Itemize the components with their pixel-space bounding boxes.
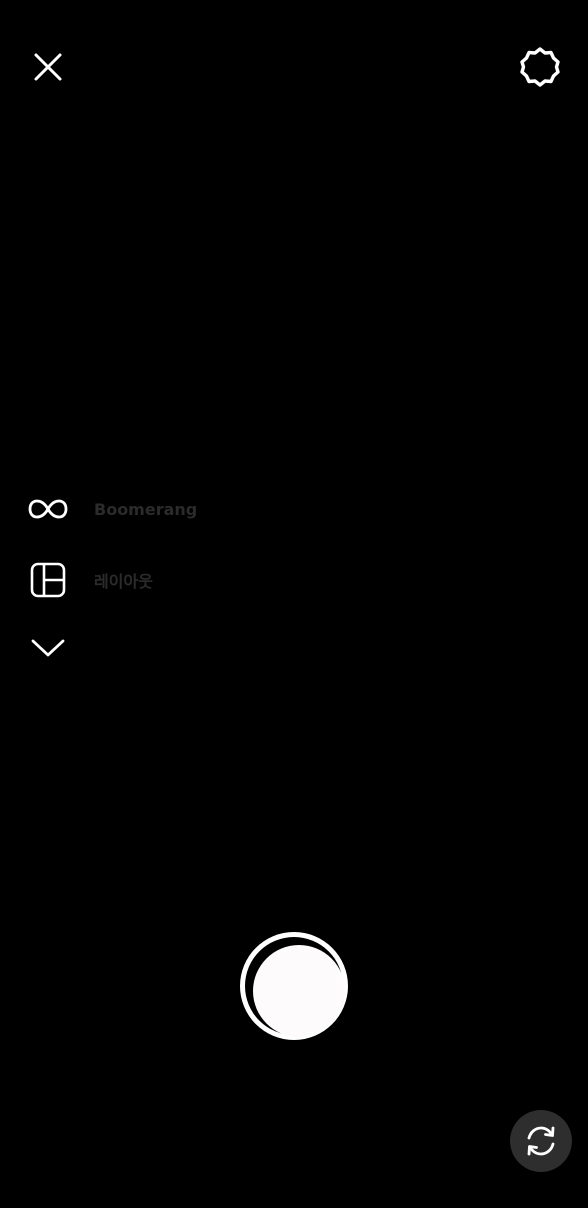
- close-button[interactable]: [26, 45, 70, 89]
- layout-icon: [24, 556, 72, 604]
- chevron-down-icon: [24, 624, 72, 672]
- flip-camera-button[interactable]: [510, 1110, 572, 1172]
- shutter-ring: [245, 937, 345, 1037]
- mode-boomerang[interactable]: Boomerang: [24, 485, 197, 533]
- mode-layout[interactable]: 레이아웃: [24, 556, 153, 604]
- infinity-icon: [24, 485, 72, 533]
- shutter-button[interactable]: [240, 932, 348, 1040]
- shutter-core: [253, 945, 345, 1037]
- mode-label-boomerang: Boomerang: [94, 499, 198, 519]
- close-icon: [34, 53, 62, 81]
- expand-modes-button[interactable]: [24, 624, 72, 672]
- camera-flip-icon: [527, 1126, 555, 1156]
- mode-label-layout: 레이아웃: [94, 572, 153, 591]
- settings-button[interactable]: [516, 43, 564, 91]
- gear-icon: [520, 47, 560, 87]
